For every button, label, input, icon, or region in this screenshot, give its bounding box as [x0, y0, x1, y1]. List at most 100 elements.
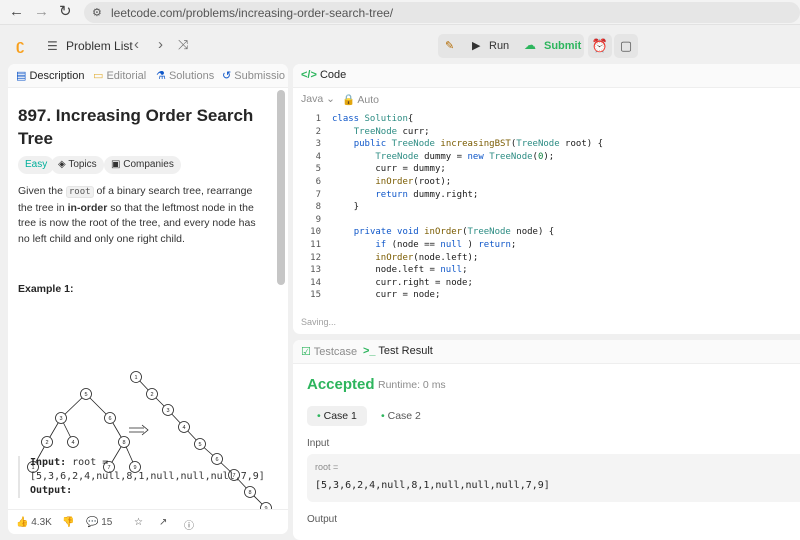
code-line: public TreeNode increasingBST(TreeNode r…	[353, 139, 603, 150]
code-line: inOrder(root);	[375, 177, 452, 187]
tree-node: 8	[118, 436, 130, 448]
input-heading: Input	[307, 438, 330, 449]
status-accepted: Accepted	[307, 376, 375, 393]
code-line: inOrder(node.left);	[375, 252, 479, 263]
tree-node: 5	[80, 388, 92, 400]
forward-icon[interactable]: →	[34, 3, 49, 21]
leetcode-logo-icon[interactable]: ʗ	[16, 37, 24, 54]
example-io: Input: root = [5,3,6,2,4,null,8,1,null,n…	[18, 456, 268, 498]
line-number: 12	[310, 252, 321, 263]
submit-button[interactable]: Submit	[544, 40, 581, 52]
chevron-down-icon: ⌄	[326, 93, 335, 105]
case-2-tab[interactable]: • Case 2	[371, 406, 431, 426]
checkbox-icon: ☑	[301, 346, 311, 358]
auto-mode-toggle[interactable]: 🔒 Auto	[342, 93, 379, 106]
next-problem-icon[interactable]: ›	[158, 36, 163, 53]
site-settings-icon[interactable]: ⚙	[92, 6, 102, 19]
case-1-tab[interactable]: • Case 1	[307, 406, 367, 426]
flask-icon: ⚗	[156, 70, 166, 82]
svg-text:5: 5	[84, 392, 87, 398]
arrow-icon	[129, 424, 149, 436]
tab-test-result[interactable]: >_ Test Result	[363, 345, 433, 357]
problem-list-link[interactable]: Problem List	[66, 39, 133, 53]
code-line: TreeNode curr;	[353, 126, 430, 137]
line-number: 10	[310, 227, 321, 238]
svg-text:8: 8	[122, 440, 125, 446]
prev-problem-icon[interactable]: ‹	[134, 36, 139, 53]
book-icon: ▭	[93, 70, 104, 82]
svg-text:1: 1	[134, 375, 137, 381]
code-brackets-icon: </>	[301, 69, 317, 81]
terminal-icon: >_	[363, 345, 376, 357]
language-select[interactable]: Java ⌄	[301, 93, 335, 105]
document-icon: ▤	[16, 70, 27, 82]
difficulty-badge[interactable]: Easy	[18, 156, 55, 174]
output-heading: Output	[307, 514, 338, 525]
briefcase-icon: ▣	[111, 159, 121, 170]
pass-dot-icon: •	[317, 410, 321, 422]
history-icon: ↺	[222, 70, 232, 82]
tree-node: 4	[67, 436, 79, 448]
tab-submissions[interactable]: ↺ Submissio	[222, 69, 285, 82]
input-value: [5,3,6,2,4,null,8,1,null,null,null,7,9]	[30, 471, 265, 482]
back-icon[interactable]: ←	[9, 3, 24, 21]
debug-icon[interactable]: ✎	[445, 39, 454, 52]
code-line: curr = node;	[332, 290, 441, 301]
svg-text:4: 4	[71, 440, 74, 446]
editor-toolbar: Java ⌄ 🔒 Auto	[293, 88, 800, 110]
tab-solutions[interactable]: ⚗ Solutions	[156, 69, 214, 82]
tree-node: 1	[130, 371, 142, 383]
line-number: 3	[315, 139, 321, 150]
svg-text:5: 5	[198, 442, 201, 448]
inline-code-root: root	[65, 186, 94, 198]
line-number: 13	[310, 265, 321, 276]
description-panel: ▤ Description ▭ Editorial ⚗ Solutions ↺ …	[8, 64, 288, 534]
code-line: class Solution{	[332, 114, 414, 124]
alarm-clock-icon[interactable]: ⏰	[588, 34, 612, 58]
run-icon: ▶	[472, 40, 481, 52]
code-line: return dummy.right;	[375, 189, 479, 200]
line-number: 11	[310, 240, 321, 250]
tree-node: 2	[41, 436, 53, 448]
run-button[interactable]: Run	[489, 40, 509, 52]
help-icon[interactable]: ⓘ	[184, 517, 194, 532]
code-panel: </> Code Java ⌄ 🔒 Auto 1 class Solution{2…	[293, 64, 800, 334]
scrollbar-thumb[interactable]	[277, 90, 285, 285]
saving-status: Saving...	[301, 317, 337, 327]
result-tabs: ☑ Testcase >_ Test Result	[293, 340, 800, 364]
cloud-upload-icon: ☁	[524, 38, 536, 52]
code-tabs: </> Code	[293, 64, 800, 88]
companies-chip[interactable]: ▣ Companies	[104, 156, 181, 174]
description-tabs: ▤ Description ▭ Editorial ⚗ Solutions ↺ …	[8, 64, 288, 88]
tree-node: 2	[146, 388, 158, 400]
tab-description[interactable]: ▤ Description	[16, 69, 85, 82]
run-submit-group: ✎ ▶ Run ☁ Submit	[438, 34, 584, 58]
url-text: leetcode.com/problems/increasing-order-s…	[111, 6, 394, 20]
code-line: TreeNode dummy = new TreeNode(0);	[375, 151, 555, 162]
line-number: 9	[315, 214, 321, 225]
line-number: 4	[315, 151, 321, 162]
lock-icon: 🔒	[342, 94, 356, 106]
input-label: Input:	[30, 457, 67, 468]
code-line: curr.right = node;	[332, 277, 473, 288]
shuffle-icon[interactable]: ⤨	[178, 37, 188, 53]
browser-toolbar: ← → ↻ ⚙ leetcode.com/problems/increasing…	[0, 0, 800, 25]
tree-node: 5	[194, 438, 206, 450]
note-icon[interactable]: ▢	[614, 34, 638, 58]
reload-icon[interactable]: ↻	[59, 3, 72, 21]
topics-chip[interactable]: ◈ Topics	[51, 156, 104, 174]
tab-testcase[interactable]: ☑ Testcase	[301, 345, 357, 358]
tree-node: 3	[55, 412, 67, 424]
code-line: node.left = null;	[332, 265, 468, 276]
code-line: }	[332, 202, 360, 213]
line-number: 8	[315, 202, 321, 213]
tag-icon: ◈	[58, 159, 66, 170]
tab-editorial[interactable]: ▭ Editorial	[93, 69, 146, 82]
tab-code[interactable]: </> Code	[301, 69, 346, 81]
line-number: 15	[310, 290, 321, 301]
problem-title: 897. Increasing Order Search Tree	[18, 106, 254, 148]
input-box: root = [5,3,6,2,4,null,8,1,null,null,nul…	[307, 454, 800, 502]
svg-text:3: 3	[59, 416, 62, 422]
svg-text:6: 6	[108, 416, 111, 422]
input-var-label: root =	[315, 462, 339, 472]
